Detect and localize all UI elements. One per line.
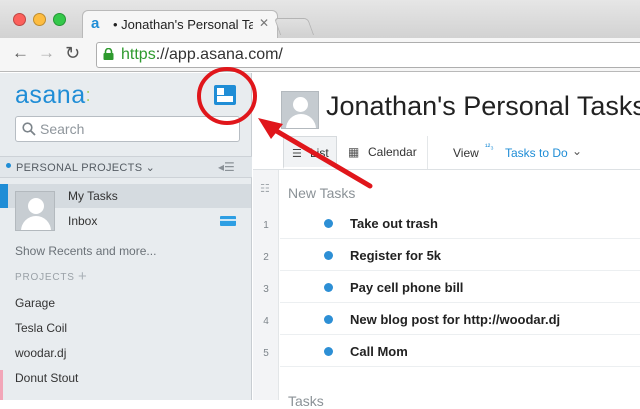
main-pane: Jonathan's Personal Tasks ☰ List ▦ Calen… (253, 73, 640, 409)
task-name[interactable]: Register for 5k (350, 248, 441, 263)
task-name[interactable]: Take out trash (350, 216, 438, 231)
tab-close-icon[interactable]: ✕ (259, 16, 269, 30)
asana-favicon-icon: a (91, 15, 100, 32)
view-tabs: ☰ List ▦ Calendar View ¹²₃ Tasks to Do ⌄ (253, 136, 640, 170)
projects-label: PROJECTS (15, 272, 75, 283)
url-text: https://app.asana.com/ (121, 46, 283, 64)
task-name[interactable]: Call Mom (350, 344, 408, 359)
search-input[interactable] (40, 120, 230, 138)
row-number: 1 (263, 220, 269, 231)
browser-tab[interactable]: a • Jonathan's Personal Task ✕ (82, 10, 278, 38)
url-scheme: https (121, 46, 156, 63)
project-owner-avatar[interactable] (281, 91, 319, 129)
sort-order-icon: ¹²₃ (485, 142, 494, 151)
personal-projects-header[interactable]: PERSONAL PROJECTS ⌄ ◂☰ (0, 156, 252, 178)
avatar[interactable] (15, 191, 55, 231)
address-bar[interactable]: https://app.asana.com/ (96, 42, 640, 68)
browser-tab-bar: a • Jonathan's Personal Task ✕ (0, 0, 640, 38)
personal-projects-label: PERSONAL PROJECTS ⌄ (16, 162, 156, 174)
sidebar: asana: PERSONAL PROJECTS ⌄ ◂☰ My Tasks I… (0, 73, 252, 400)
collapse-sidebar-icon[interactable]: ◂☰ (218, 160, 235, 174)
calendar-icon: ▦ (348, 145, 360, 159)
logo-text: asana (15, 81, 86, 109)
row-number-gutter: ☷ 1 2 3 4 5 (253, 170, 279, 400)
chevron-down-icon[interactable]: ⌄ (572, 144, 582, 158)
task-bullet-icon[interactable] (324, 347, 333, 356)
window-zoom-button[interactable] (53, 13, 66, 26)
window-close-button[interactable] (13, 13, 26, 26)
page-title[interactable]: Jonathan's Personal Tasks (326, 91, 640, 122)
logo-dots: : (85, 85, 92, 105)
new-tab-button[interactable] (273, 18, 315, 35)
sidebar-project-item[interactable]: Donut Stout (15, 371, 78, 385)
section-header-tasks[interactable]: Tasks (288, 393, 324, 409)
task-row[interactable]: New blog post for http://woodar.dj (280, 303, 640, 335)
tab-list[interactable]: ☰ List (283, 136, 337, 169)
reload-icon[interactable]: ↻ (65, 43, 80, 64)
search-icon (22, 122, 36, 136)
view-filter-label: View (453, 146, 479, 160)
tab-list-label: List (310, 146, 329, 160)
personal-projects-bullet (6, 163, 11, 168)
task-name[interactable]: New blog post for http://woodar.dj (350, 312, 560, 327)
my-tasks-label[interactable]: My Tasks (68, 189, 118, 203)
lock-icon (103, 48, 114, 60)
task-row[interactable]: Take out trash (280, 207, 640, 239)
forward-arrow-icon[interactable]: → (38, 43, 55, 63)
inbox-icon[interactable] (220, 216, 236, 226)
view-filter-dropdown[interactable]: Tasks to Do (505, 146, 568, 160)
row-number: 3 (263, 284, 269, 295)
asana-logo[interactable]: asana: (15, 81, 91, 110)
section-drag-icon[interactable]: ☷ (260, 182, 270, 195)
task-row[interactable]: Call Mom (280, 335, 640, 367)
task-row[interactable]: Pay cell phone bill (280, 271, 640, 303)
show-recents-link[interactable]: Show Recents and more... (15, 244, 156, 258)
task-bullet-icon[interactable] (324, 315, 333, 324)
row-number: 2 (263, 252, 269, 263)
window-minimize-button[interactable] (33, 13, 46, 26)
row-number: 4 (263, 316, 269, 327)
task-bullet-icon[interactable] (324, 251, 333, 260)
browser-tab-title: • Jonathan's Personal Task (113, 17, 253, 32)
sidebar-toggle-icon[interactable] (214, 85, 236, 105)
back-arrow-icon[interactable]: ← (12, 43, 29, 63)
sidebar-project-item[interactable]: Garage (15, 296, 55, 310)
task-name[interactable]: Pay cell phone bill (350, 280, 463, 295)
sidebar-project-item[interactable]: woodar.dj (15, 346, 66, 360)
url-rest: ://app.asana.com/ (155, 46, 283, 63)
sidebar-project-item[interactable]: Tesla Coil (15, 321, 67, 335)
section-header-new-tasks[interactable]: New Tasks (288, 185, 355, 201)
tab-calendar[interactable]: ▦ Calendar (338, 136, 428, 169)
task-bullet-icon[interactable] (324, 283, 333, 292)
inbox-label[interactable]: Inbox (68, 214, 97, 228)
task-row[interactable]: Register for 5k (280, 239, 640, 271)
task-bullet-icon[interactable] (324, 219, 333, 228)
project-color-marker (0, 370, 3, 400)
browser-nav-bar: ← → ↻ https://app.asana.com/ (0, 38, 640, 72)
add-project-icon[interactable]: + (78, 268, 87, 285)
list-icon: ☰ (292, 148, 302, 160)
search-box[interactable] (15, 116, 240, 142)
row-number: 5 (263, 348, 269, 359)
tab-calendar-label: Calendar (368, 145, 417, 159)
